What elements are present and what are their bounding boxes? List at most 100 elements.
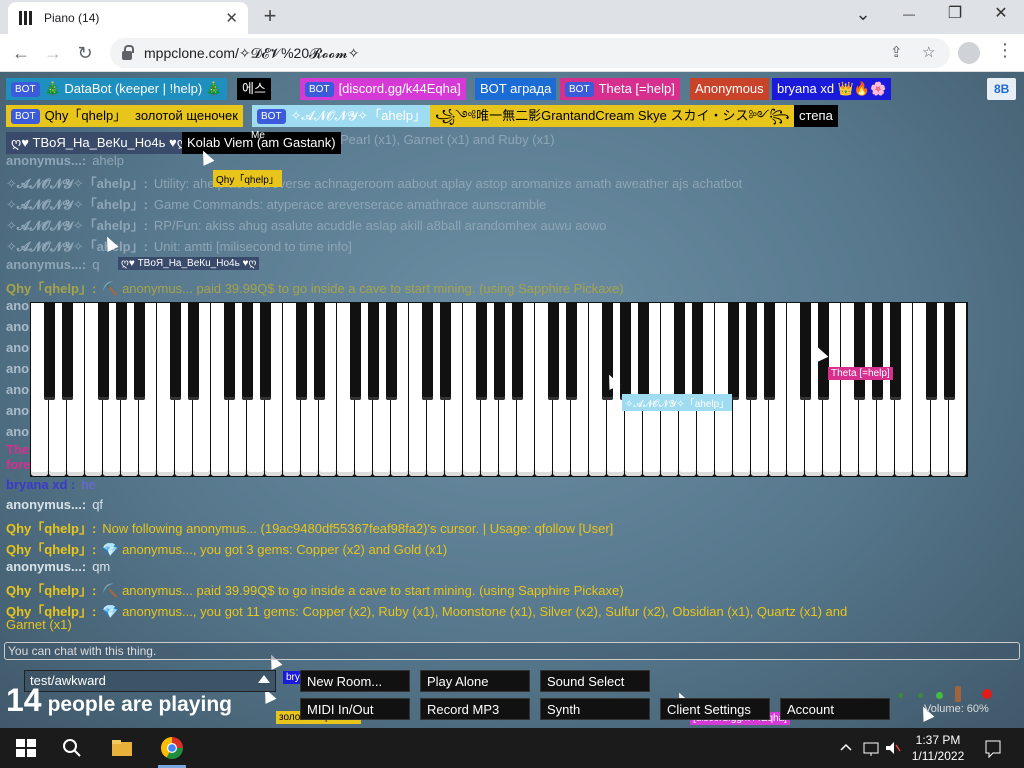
piano-black-key[interactable] bbox=[745, 302, 757, 400]
new-tab-button[interactable]: + bbox=[258, 4, 282, 28]
chat-author-partial: ano bbox=[6, 340, 30, 355]
windows-start-icon[interactable] bbox=[14, 736, 38, 760]
user-chip[interactable]: BOT Theta [=help] bbox=[560, 78, 680, 100]
tab-close-icon[interactable]: ✕ bbox=[225, 9, 238, 27]
account-button[interactable]: Account bbox=[780, 698, 890, 720]
piano-black-key[interactable] bbox=[169, 302, 181, 400]
chat-author: anonymus...: bbox=[6, 559, 87, 574]
piano-black-key[interactable] bbox=[691, 302, 703, 400]
forward-button[interactable]: → bbox=[40, 40, 66, 66]
notifications-icon[interactable] bbox=[984, 736, 1002, 760]
piano-black-key[interactable] bbox=[853, 302, 865, 400]
piano-black-key[interactable] bbox=[385, 302, 397, 400]
piano-black-key[interactable] bbox=[871, 302, 883, 400]
piano-black-key[interactable] bbox=[511, 302, 523, 400]
address-bar[interactable]: mppclone.com/✧𝓓𝓔𝓥%20𝓡𝓸𝓸𝓶✧ ⇪ ☆ bbox=[110, 38, 950, 68]
chat-text: 💎 anonymus..., you got 3 gems: Copper (x… bbox=[102, 542, 448, 557]
user-chip[interactable]: золотой щеночек bbox=[130, 105, 243, 127]
piano-black-key[interactable] bbox=[187, 302, 199, 400]
piano-favicon-icon bbox=[18, 10, 34, 26]
piano-black-key[interactable] bbox=[493, 302, 505, 400]
user-chip[interactable]: BOT [discord.gg/k44Eqha] bbox=[300, 78, 466, 100]
chrome-icon[interactable] bbox=[160, 736, 184, 760]
browser-tab[interactable]: Piano (14) ✕ bbox=[8, 2, 248, 34]
midi-button[interactable]: MIDI In/Out bbox=[300, 698, 410, 720]
user-chip[interactable]: 에스 bbox=[237, 78, 271, 100]
user-chip[interactable]: bryana xd 👑🔥🌸 bbox=[772, 78, 892, 100]
piano-black-key[interactable] bbox=[727, 302, 739, 400]
chat-message: Qhy「qhelp」: ⛏️ anonymus... paid 39.99Q$ t… bbox=[6, 580, 624, 599]
piano-black-key[interactable] bbox=[367, 302, 379, 400]
record-mp3-button[interactable]: Record MP3 bbox=[420, 698, 530, 720]
piano-black-key[interactable] bbox=[241, 302, 253, 400]
piano-black-key[interactable] bbox=[799, 302, 811, 400]
user-name: 에스 bbox=[242, 81, 266, 96]
piano-black-key[interactable] bbox=[43, 302, 55, 400]
piano-black-key[interactable] bbox=[889, 302, 901, 400]
piano-black-key[interactable] bbox=[223, 302, 235, 400]
synth-button[interactable]: Synth bbox=[540, 698, 650, 720]
chat-input[interactable]: You can chat with this thing. bbox=[4, 642, 1020, 660]
play-alone-button[interactable]: Play Alone bbox=[420, 670, 530, 692]
file-explorer-icon[interactable] bbox=[110, 736, 134, 760]
network-icon[interactable] bbox=[862, 736, 880, 760]
tab-list-icon[interactable]: ⌄ bbox=[840, 0, 886, 30]
user-chip[interactable]: BOT 🎄 DataBot (keeper | !help) 🎄 bbox=[6, 78, 227, 100]
profile-avatar[interactable] bbox=[958, 42, 980, 64]
window-close-button[interactable]: ✕ bbox=[978, 0, 1024, 30]
piano-black-key[interactable] bbox=[943, 302, 955, 400]
volume-knob[interactable] bbox=[955, 686, 961, 702]
piano-black-key[interactable] bbox=[565, 302, 577, 400]
chat-message: ✧𝓐𝓝𝓞𝓝𝓨✧「ahelp」: Unit: amtti [milisecond t… bbox=[6, 236, 352, 255]
bb-button[interactable]: 8B bbox=[987, 78, 1017, 100]
piano-black-key[interactable] bbox=[133, 302, 145, 400]
piano-black-key[interactable] bbox=[925, 302, 937, 400]
user-chip[interactable]: ღ♥ ТВоЯ_На_ВеКu_Но4ь ♥ღ bbox=[6, 132, 192, 154]
piano-black-key[interactable] bbox=[313, 302, 325, 400]
user-name: ꧁༺唯一無二影GrantandCream Skye スカイ・シス༻꧂ bbox=[435, 108, 790, 123]
piano-black-key[interactable] bbox=[439, 302, 451, 400]
room-dropdown-arrow-icon[interactable] bbox=[258, 675, 270, 683]
minimize-button[interactable]: — bbox=[886, 0, 932, 30]
client-settings-button[interactable]: Client Settings bbox=[660, 698, 770, 720]
new-room-button[interactable]: New Room... bbox=[300, 670, 410, 692]
user-chip[interactable]: BOT Qhy「qhelp」 bbox=[6, 105, 132, 127]
user-chip[interactable]: степа bbox=[794, 105, 838, 127]
piano-black-key[interactable] bbox=[637, 302, 649, 400]
chat-author: anonymus...: bbox=[6, 153, 87, 168]
system-clock[interactable]: 1:37 PM 1/11/2022 bbox=[908, 732, 968, 764]
piano-black-key[interactable] bbox=[349, 302, 361, 400]
bot-badge: BOT bbox=[257, 108, 286, 124]
reload-button[interactable]: ↻ bbox=[72, 40, 98, 66]
tray-chevron-icon[interactable] bbox=[838, 736, 854, 760]
piano-black-key[interactable] bbox=[295, 302, 307, 400]
chat-author: ✧𝓐𝓝𝓞𝓝𝓨✧「ahelp」: bbox=[6, 239, 148, 254]
restore-button[interactable]: ❐ bbox=[932, 0, 978, 30]
chat-text: qf bbox=[92, 497, 104, 512]
piano-black-key[interactable] bbox=[97, 302, 109, 400]
piano-black-key[interactable] bbox=[115, 302, 127, 400]
back-button[interactable]: ← bbox=[8, 40, 34, 66]
user-chip[interactable]: Anonymous bbox=[690, 78, 769, 100]
volume-label: Volume: 60% bbox=[924, 703, 989, 715]
speaker-icon[interactable] bbox=[884, 736, 902, 760]
search-icon[interactable] bbox=[60, 736, 84, 760]
bookmark-star-icon[interactable]: ☆ bbox=[922, 38, 935, 68]
piano-black-key[interactable] bbox=[61, 302, 73, 400]
share-icon[interactable]: ⇪ bbox=[890, 38, 903, 68]
piano-black-key[interactable] bbox=[547, 302, 559, 400]
user-chip[interactable]: ꧁༺唯一無二影GrantandCream Skye スカイ・シス༻꧂ bbox=[430, 105, 795, 127]
piano-black-key[interactable] bbox=[259, 302, 271, 400]
chat-message: ✧𝓐𝓝𝓞𝓝𝓨✧「ahelp」: Utility: ahelp aedit arev… bbox=[6, 173, 742, 192]
user-chip[interactable]: BOT аграда bbox=[475, 78, 557, 100]
sound-select-button[interactable]: Sound Select bbox=[540, 670, 650, 692]
piano-keyboard[interactable] bbox=[30, 302, 968, 477]
browser-menu-icon[interactable]: ⋮ bbox=[996, 40, 1014, 61]
chat-message: Pearl (x1), Garnet (x1) and Ruby (x1) bbox=[340, 132, 555, 147]
user-chip[interactable]: BOT ✧𝓐𝓝𝓞𝓝𝓨✧「ahelp」 bbox=[252, 105, 432, 127]
piano-black-key[interactable] bbox=[673, 302, 685, 400]
piano-black-key[interactable] bbox=[763, 302, 775, 400]
piano-black-key[interactable] bbox=[421, 302, 433, 400]
piano-black-key[interactable] bbox=[619, 302, 631, 400]
piano-black-key[interactable] bbox=[475, 302, 487, 400]
